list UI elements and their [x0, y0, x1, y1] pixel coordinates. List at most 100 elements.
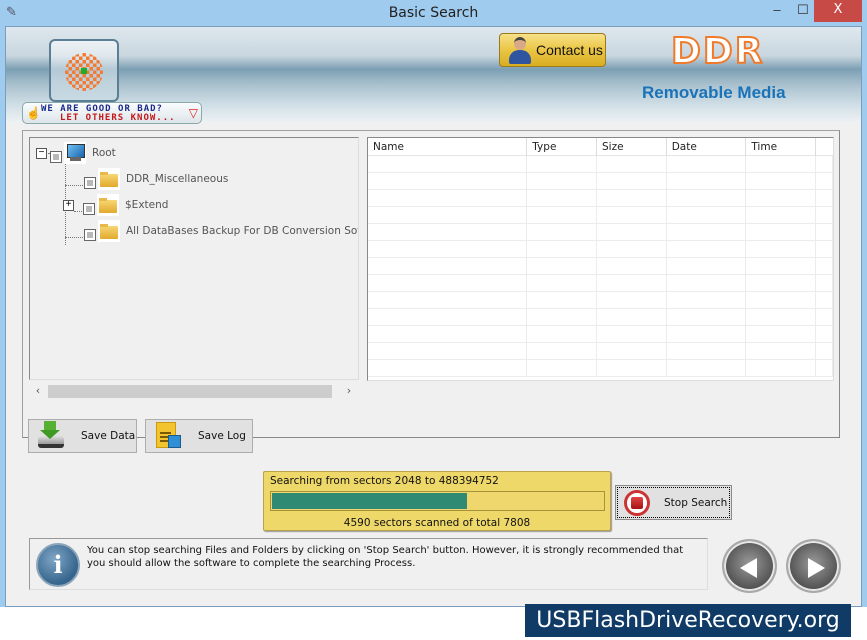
- info-panel: i You can stop searching Files and Folde…: [29, 538, 708, 590]
- info-icon: i: [36, 543, 80, 587]
- tree-node-extend[interactable]: + $Extend: [63, 194, 168, 216]
- folder-icon: [98, 220, 120, 242]
- column-header-date[interactable]: Date: [667, 138, 747, 156]
- table-cell: [597, 224, 667, 240]
- table-cell: [667, 326, 747, 342]
- tree-checkbox[interactable]: [83, 203, 95, 215]
- tree-checkbox[interactable]: [50, 151, 62, 163]
- scroll-left-arrow-icon[interactable]: ‹: [30, 384, 46, 399]
- table-cell: [816, 241, 833, 257]
- table-cell: [368, 326, 528, 342]
- title-bar: ✎ Basic Search ‒ ☐ X: [0, 0, 867, 26]
- table-cell: [597, 156, 667, 172]
- table-cell: [597, 309, 667, 325]
- tree-node-label: $Extend: [125, 199, 169, 211]
- table-cell: [667, 309, 747, 325]
- back-button[interactable]: [722, 539, 777, 593]
- table-cell: [368, 190, 528, 206]
- table-cell: [816, 309, 833, 325]
- table-cell: [667, 360, 747, 376]
- collapse-icon[interactable]: −: [36, 147, 47, 159]
- table-cell: [597, 275, 667, 291]
- table-cell: [527, 207, 598, 223]
- stop-search-button[interactable]: Stop Search: [615, 485, 732, 520]
- column-header-type[interactable]: Type: [527, 138, 597, 156]
- table-cell: [527, 258, 598, 274]
- next-button[interactable]: [786, 539, 841, 593]
- tree-checkbox[interactable]: [84, 177, 96, 189]
- table-row: [368, 275, 833, 292]
- table-row: [368, 258, 833, 275]
- close-button[interactable]: X: [814, 0, 862, 22]
- table-cell: [527, 326, 598, 342]
- table-cell: [746, 258, 817, 274]
- table-cell: [667, 190, 747, 206]
- table-cell: [368, 343, 528, 359]
- stop-icon: [624, 489, 650, 516]
- column-header-time[interactable]: Time: [746, 138, 817, 156]
- table-cell: [527, 360, 598, 376]
- folder-tree[interactable]: − Root DDR_Miscellaneous + $Extend All D…: [29, 137, 359, 380]
- tree-node-label: All DataBases Backup For DB Conversion S…: [126, 225, 358, 237]
- tree-node-root[interactable]: − Root: [36, 142, 116, 164]
- table-cell: [667, 292, 747, 308]
- table-row: [368, 360, 833, 377]
- table-cell: [527, 173, 598, 189]
- product-name: Removable Media: [642, 83, 786, 102]
- table-cell: [527, 224, 598, 240]
- table-cell: [527, 190, 598, 206]
- table-row: [368, 326, 833, 343]
- table-row: [368, 292, 833, 309]
- column-header-name[interactable]: Name: [368, 138, 528, 156]
- column-header-size[interactable]: Size: [597, 138, 667, 156]
- table-row: [368, 190, 833, 207]
- table-cell: [667, 258, 747, 274]
- table-cell: [368, 309, 528, 325]
- feedback-banner[interactable]: ☝ WE ARE GOOD OR BAD? LET OTHERS KNOW...…: [22, 102, 202, 124]
- tree-checkbox[interactable]: [84, 229, 96, 241]
- table-row: [368, 207, 833, 224]
- logo-center-dot: [81, 68, 87, 74]
- table-cell: [746, 207, 817, 223]
- table-cell: [816, 360, 833, 376]
- table-cell: [816, 224, 833, 240]
- tree-horizontal-scrollbar[interactable]: ‹ ›: [29, 383, 359, 400]
- table-row: [368, 173, 833, 190]
- progress-fill: [272, 493, 467, 509]
- table-cell: [816, 173, 833, 189]
- save-data-button[interactable]: Save Data: [28, 419, 137, 453]
- tree-line: [65, 185, 85, 186]
- column-header-filler: [816, 138, 833, 156]
- search-progress-panel: Searching from sectors 2048 to 488394752…: [263, 471, 611, 531]
- tree-node-ddr-miscellaneous[interactable]: DDR_Miscellaneous: [84, 168, 228, 190]
- table-cell: [368, 241, 528, 257]
- table-cell: [816, 275, 833, 291]
- save-data-label: Save Data: [81, 430, 136, 442]
- table-cell: [667, 275, 747, 291]
- expand-icon[interactable]: +: [63, 199, 74, 211]
- table-row: [368, 156, 833, 173]
- scrollbar-thumb[interactable]: [48, 385, 332, 398]
- brand-logo-text: DDR: [670, 30, 765, 73]
- sectors-scanned-text: 4590 sectors scanned of total 7808: [343, 517, 531, 529]
- table-cell: [746, 190, 817, 206]
- info-message: You can stop searching Files and Folders…: [87, 545, 684, 569]
- folder-icon: [97, 194, 119, 216]
- file-list[interactable]: Name Type Size Date Time: [367, 137, 834, 381]
- table-cell: [597, 258, 667, 274]
- scroll-right-arrow-icon[interactable]: ›: [341, 384, 357, 399]
- tree-node-databases-backup[interactable]: All DataBases Backup For DB Conversion S…: [84, 220, 358, 242]
- table-cell: [816, 190, 833, 206]
- table-cell: [746, 224, 817, 240]
- table-cell: [746, 173, 817, 189]
- contact-us-button[interactable]: Contact us: [499, 33, 606, 67]
- table-row: [368, 309, 833, 326]
- table-cell: [816, 156, 833, 172]
- person-body: [509, 50, 531, 64]
- save-log-button[interactable]: Save Log: [145, 419, 253, 453]
- table-cell: [597, 173, 667, 189]
- table-cell: [746, 292, 817, 308]
- table-row: [368, 224, 833, 241]
- table-cell: [527, 275, 598, 291]
- table-cell: [527, 241, 598, 257]
